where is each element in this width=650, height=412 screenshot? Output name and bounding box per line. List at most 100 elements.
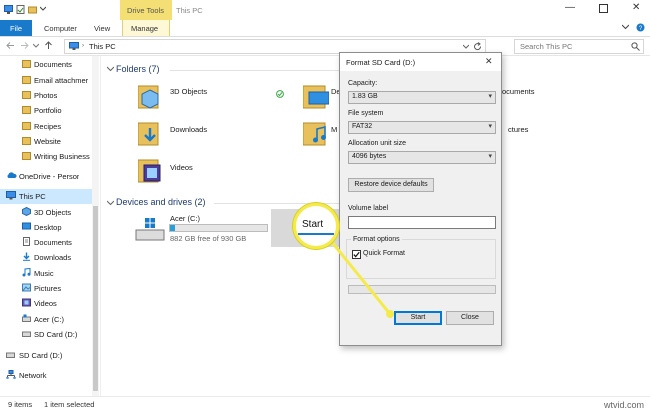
picture-icon bbox=[22, 283, 31, 292]
start-button[interactable]: Start bbox=[394, 311, 442, 325]
tab-computer[interactable]: Computer bbox=[44, 24, 77, 33]
nav-item-downloads[interactable]: Downloads bbox=[0, 250, 92, 265]
devices-group-title[interactable]: Devices and drives (2) bbox=[116, 197, 206, 207]
search-input[interactable]: Search This PC bbox=[514, 39, 644, 54]
nav-item-sd-card-root[interactable]: SD Card (D:) bbox=[0, 348, 92, 363]
filesystem-label: File system bbox=[348, 110, 384, 117]
music-icon bbox=[22, 268, 31, 277]
nav-item-label: Photos bbox=[34, 91, 58, 100]
dialog-close-icon[interactable]: ✕ bbox=[485, 56, 493, 67]
sd-card-icon bbox=[6, 350, 15, 359]
nav-item-label: SD Card (D:) bbox=[34, 330, 78, 339]
status-selected: 1 item selected bbox=[44, 400, 95, 409]
folder-label-downloads[interactable]: Downloads bbox=[170, 125, 207, 134]
recent-locations-icon[interactable] bbox=[33, 43, 39, 48]
nav-item-documents-pinned[interactable]: Documents bbox=[0, 57, 92, 72]
nav-item-label: Videos bbox=[34, 299, 57, 308]
nav-item-label: Website bbox=[34, 137, 61, 146]
volume-label-input[interactable] bbox=[348, 216, 496, 229]
filesystem-select[interactable]: FAT32 ▾ bbox=[348, 121, 496, 134]
nav-item-email-attachments[interactable]: Email attachmer bbox=[0, 73, 92, 88]
nav-item-music[interactable]: Music bbox=[0, 266, 92, 281]
folder-label-music[interactable]: M bbox=[331, 125, 337, 134]
watermark: wtvid.com bbox=[603, 400, 644, 410]
new-folder-icon[interactable] bbox=[28, 5, 37, 14]
nav-scrollbar-thumb[interactable] bbox=[93, 206, 98, 391]
nav-item-label: Documents bbox=[34, 238, 72, 247]
forward-arrow-icon[interactable] bbox=[20, 41, 29, 50]
nav-item-documents[interactable]: Documents bbox=[0, 235, 92, 250]
folders-group-title[interactable]: Folders (7) bbox=[116, 64, 160, 74]
videos-folder-icon[interactable] bbox=[138, 156, 162, 184]
breadcrumb[interactable]: This PC bbox=[89, 42, 116, 51]
folder-label-pictures[interactable]: ctures bbox=[508, 125, 528, 134]
capacity-value: 1.83 GB bbox=[352, 93, 378, 100]
nav-item-onedrive[interactable]: OneDrive - Persor bbox=[0, 169, 92, 184]
nav-item-writing-business[interactable]: Writing Business bbox=[0, 149, 92, 164]
close-button[interactable]: Close bbox=[446, 311, 494, 325]
desktop-folder-icon[interactable] bbox=[303, 82, 329, 110]
downloads-folder-icon[interactable] bbox=[138, 119, 162, 147]
sync-check-icon bbox=[276, 90, 284, 98]
chevron-down-icon[interactable] bbox=[107, 66, 114, 72]
nav-item-label: Writing Business bbox=[34, 152, 90, 161]
nav-item-website[interactable]: Website bbox=[0, 134, 92, 149]
search-icon[interactable] bbox=[631, 42, 640, 51]
nav-item-desktop[interactable]: Desktop bbox=[0, 220, 92, 235]
music-folder-icon[interactable] bbox=[303, 119, 329, 147]
chevron-down-icon[interactable] bbox=[40, 6, 46, 15]
video-icon bbox=[22, 298, 31, 307]
nav-item-videos[interactable]: Videos bbox=[0, 296, 92, 311]
desktop-icon bbox=[22, 222, 31, 231]
status-item-count: 9 items bbox=[8, 400, 33, 409]
restore-defaults-button[interactable]: Restore device defaults bbox=[348, 178, 434, 192]
tab-manage[interactable]: Manage bbox=[122, 20, 170, 36]
properties-icon[interactable] bbox=[16, 5, 25, 14]
dialog-title-bar: Format SD Card (D:) ✕ bbox=[340, 53, 501, 71]
close-window-button[interactable]: ✕ bbox=[632, 2, 640, 13]
folder-icon bbox=[22, 59, 31, 68]
nav-item-photos[interactable]: Photos bbox=[0, 88, 92, 103]
nav-item-label: Downloads bbox=[34, 253, 72, 262]
nav-item-recipes[interactable]: Recipes bbox=[0, 119, 92, 134]
allocation-value: 4096 bytes bbox=[352, 153, 387, 160]
minimize-button[interactable]: — bbox=[565, 2, 575, 13]
nav-item-acer-c[interactable]: Acer (C:) bbox=[0, 312, 92, 327]
folder-label-videos[interactable]: Videos bbox=[170, 163, 193, 172]
back-arrow-icon[interactable] bbox=[6, 41, 15, 50]
computer-icon[interactable] bbox=[4, 5, 13, 14]
filesystem-value: FAT32 bbox=[352, 123, 373, 130]
dialog-title: Format SD Card (D:) bbox=[346, 58, 416, 67]
folder-label-documents[interactable]: ocuments bbox=[502, 87, 535, 96]
document-icon bbox=[22, 237, 31, 246]
nav-item-3d-objects[interactable]: 3D Objects bbox=[0, 205, 92, 220]
nav-item-portfolio[interactable]: Portfolio bbox=[0, 103, 92, 118]
window-title: This PC bbox=[176, 6, 203, 15]
nav-item-label: Acer (C:) bbox=[34, 315, 64, 324]
chevron-down-icon[interactable] bbox=[463, 44, 469, 49]
drive-label-acer[interactable]: Acer (C:) bbox=[170, 214, 200, 223]
folder-label-3d-objects[interactable]: 3D Objects bbox=[170, 87, 207, 96]
chevron-down-icon[interactable] bbox=[107, 200, 114, 206]
chevron-down-icon: ▾ bbox=[488, 153, 492, 160]
tab-file[interactable]: File bbox=[0, 20, 32, 36]
maximize-button[interactable] bbox=[599, 4, 608, 13]
help-icon[interactable]: ? bbox=[636, 23, 645, 32]
refresh-icon[interactable] bbox=[473, 42, 482, 51]
cube-folder-icon[interactable] bbox=[138, 82, 162, 110]
windows-drive-icon[interactable] bbox=[135, 218, 165, 242]
nav-item-pictures[interactable]: Pictures bbox=[0, 281, 92, 296]
network-icon bbox=[6, 370, 16, 379]
capacity-label: Capacity: bbox=[348, 80, 378, 87]
nav-item-sd-card[interactable]: SD Card (D:) bbox=[0, 327, 92, 342]
drive-usage-bar bbox=[169, 224, 268, 232]
nav-item-network[interactable]: Network bbox=[0, 368, 92, 383]
capacity-select[interactable]: 1.83 GB ▾ bbox=[348, 91, 496, 104]
up-arrow-icon[interactable] bbox=[44, 41, 53, 50]
nav-item-this-pc[interactable]: This PC bbox=[0, 189, 92, 204]
allocation-select[interactable]: 4096 bytes ▾ bbox=[348, 151, 496, 164]
chevron-down-icon[interactable] bbox=[622, 24, 629, 30]
nav-item-label: Network bbox=[19, 371, 47, 380]
nav-item-label: Recipes bbox=[34, 122, 62, 131]
tab-view[interactable]: View bbox=[94, 24, 110, 33]
